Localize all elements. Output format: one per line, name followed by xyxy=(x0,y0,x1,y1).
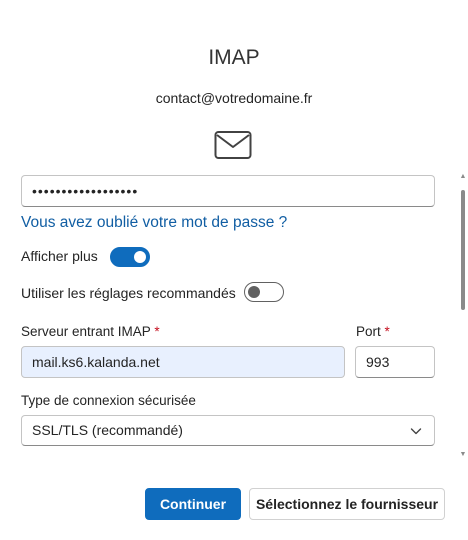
scrollbar[interactable]: ▲ ▼ xyxy=(458,172,468,460)
recommended-settings-toggle[interactable] xyxy=(244,282,284,302)
envelope-icon xyxy=(214,131,252,159)
port-label-text: Port xyxy=(356,324,381,339)
show-more-toggle[interactable] xyxy=(110,247,150,267)
imap-settings-dialog: IMAP contact@votredomaine.fr ▲ ▼ •••••••… xyxy=(0,0,468,540)
account-email: contact@votredomaine.fr xyxy=(155,90,313,106)
forgot-password-link[interactable]: Vous avez oublié votre mot de passe ? xyxy=(21,214,287,232)
scroll-up-arrow-icon[interactable]: ▲ xyxy=(458,172,468,182)
page-title: IMAP xyxy=(208,46,260,69)
required-marker: * xyxy=(154,324,160,339)
incoming-server-label-text: Serveur entrant IMAP xyxy=(21,324,151,339)
select-provider-button[interactable]: Sélectionnez le fournisseur xyxy=(249,488,445,520)
scrollbar-thumb[interactable] xyxy=(461,190,465,310)
incoming-server-label: Serveur entrant IMAP * xyxy=(21,324,160,339)
toggle-knob xyxy=(134,251,146,263)
password-field[interactable]: •••••••••••••••••• xyxy=(21,175,435,207)
show-more-label: Afficher plus xyxy=(21,248,98,264)
toggle-knob xyxy=(248,286,260,298)
required-marker: * xyxy=(384,324,390,339)
port-label: Port * xyxy=(356,324,390,339)
port-input[interactable]: 993 xyxy=(355,346,435,378)
security-type-label: Type de connexion sécurisée xyxy=(21,393,196,408)
scroll-down-arrow-icon[interactable]: ▼ xyxy=(458,450,468,460)
incoming-server-input[interactable]: mail.ks6.kalanda.net xyxy=(21,346,345,378)
security-type-value: SSL/TLS (recommandé) xyxy=(32,422,183,438)
chevron-down-icon xyxy=(410,428,422,435)
security-type-select[interactable]: SSL/TLS (recommandé) xyxy=(21,415,435,446)
continue-button[interactable]: Continuer xyxy=(145,488,241,520)
recommended-settings-label: Utiliser les réglages recommandés xyxy=(21,285,236,301)
